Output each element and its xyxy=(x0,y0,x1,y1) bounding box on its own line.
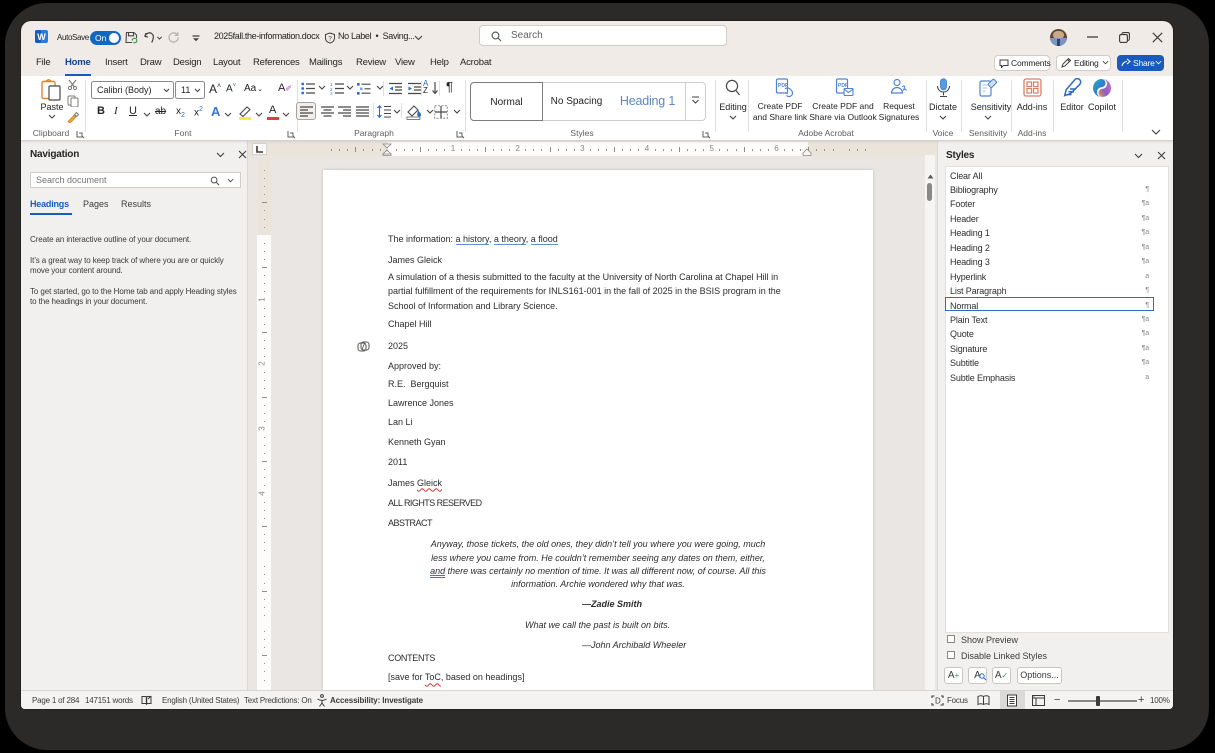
svg-text:D: D xyxy=(935,697,941,706)
svg-text:W: W xyxy=(37,32,46,42)
svg-text:?: ? xyxy=(328,35,332,42)
svg-text:3: 3 xyxy=(330,92,333,96)
